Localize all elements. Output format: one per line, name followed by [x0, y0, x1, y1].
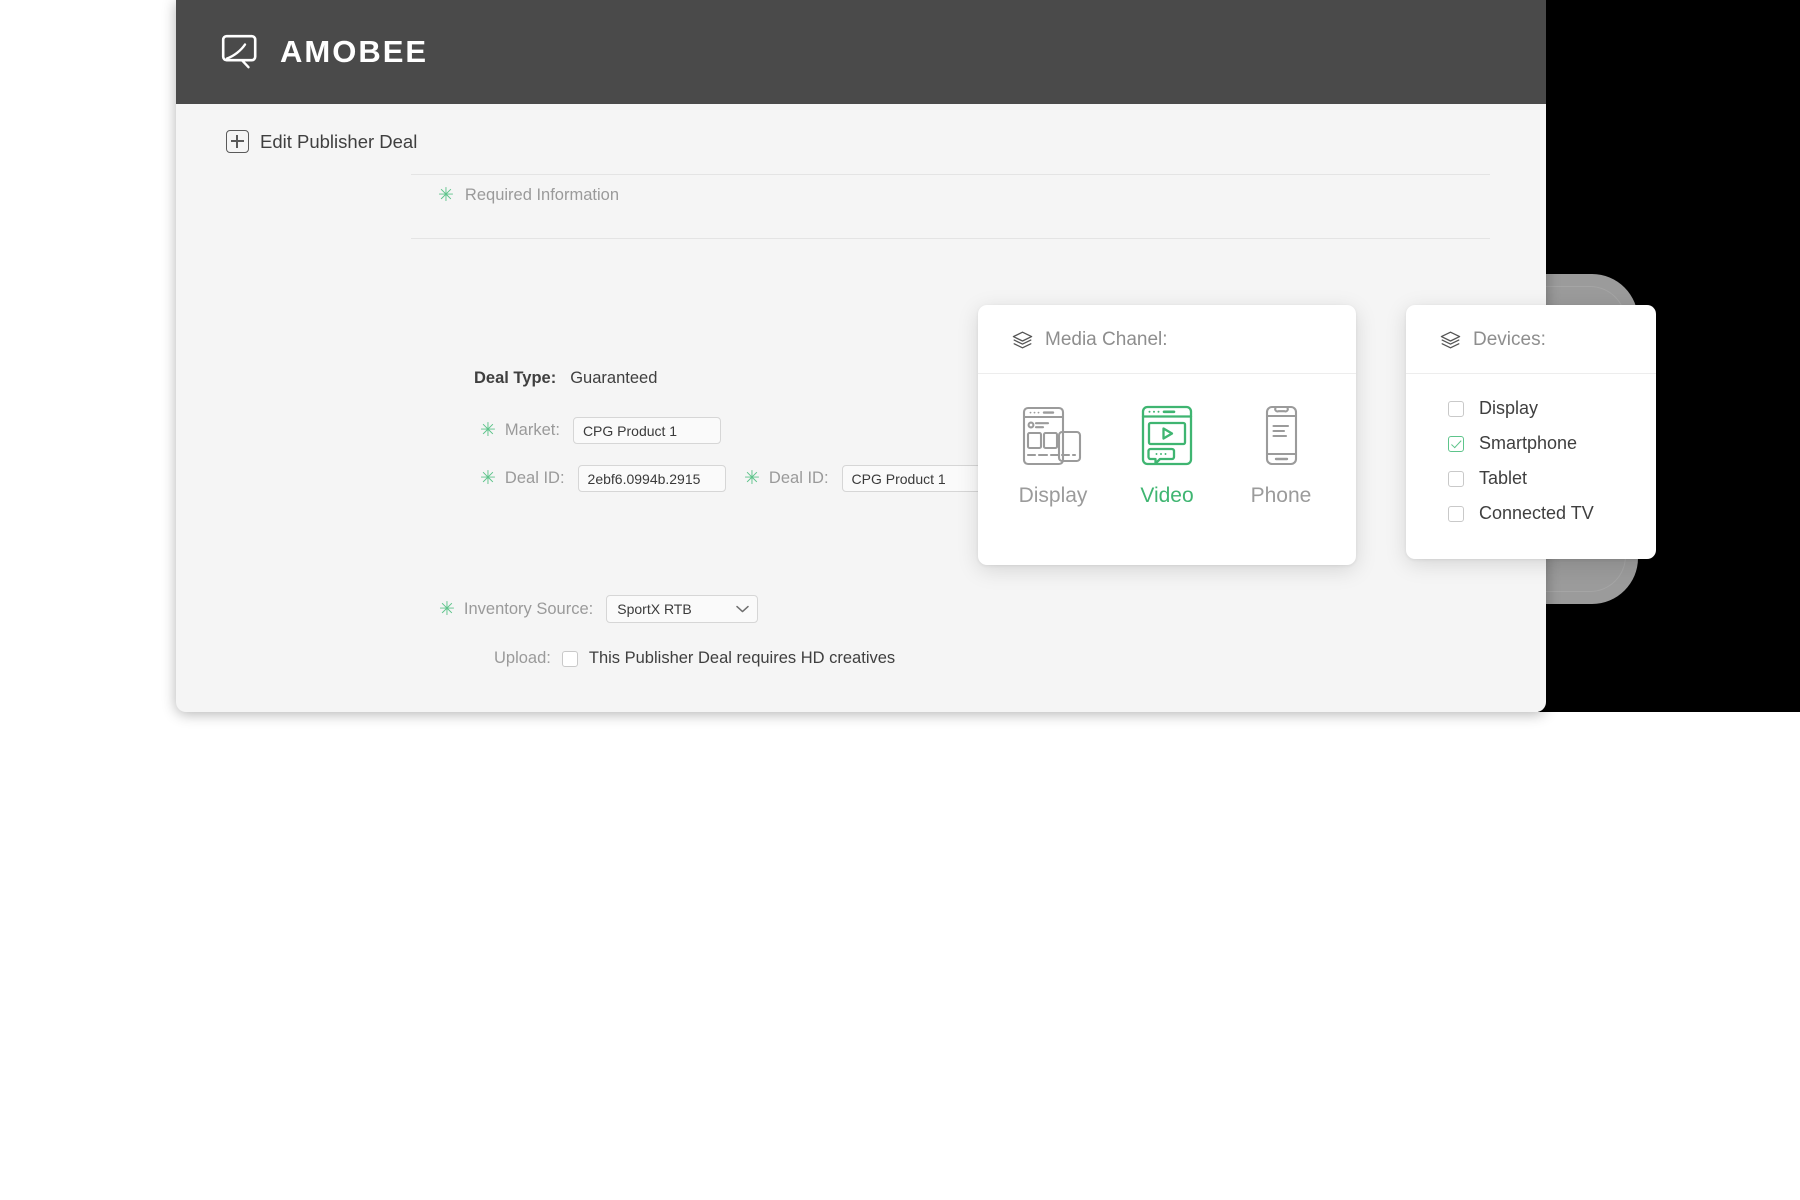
media-channel-title: Media Chanel: — [1045, 329, 1168, 350]
device-tablet-label: Tablet — [1479, 468, 1528, 488]
upload-row: Upload: This Publisher Deal requires HD … — [494, 649, 895, 668]
device-smartphone-label: Smartphone — [1479, 433, 1578, 453]
device-option-display[interactable]: Display — [1448, 398, 1656, 419]
devices-title: Devices: — [1473, 329, 1546, 350]
device-option-tablet[interactable]: Tablet — [1448, 468, 1656, 489]
inventory-source-row: ✳ Inventory Source: SportX RTB — [439, 595, 759, 623]
media-channel-panel: Media Chanel: Display Video Phone — [978, 305, 1356, 565]
media-option-video[interactable]: Video — [1115, 404, 1219, 508]
smartphone-icon — [1265, 405, 1298, 466]
devices-panel: Devices: Display Smartphone Tablet Conne… — [1406, 305, 1656, 559]
hd-creatives-label: This Publisher Deal requires HD creative… — [588, 649, 896, 667]
inventory-source-required-asterisk-icon: ✳ — [439, 598, 455, 620]
brand-logo[interactable]: AMOBEE — [221, 34, 428, 70]
deal-id-2-label: Deal ID: — [768, 469, 829, 487]
device-connected-tv-checkbox[interactable] — [1448, 505, 1464, 522]
devices-options: Display Smartphone Tablet Connected TV — [1406, 374, 1656, 524]
video-browser-icon — [1141, 405, 1193, 466]
deal-id-1-input[interactable]: 2ebf6.0994b.2915 — [577, 465, 726, 492]
device-display-label: Display — [1479, 398, 1539, 418]
deal-type-row: Deal Type: Guaranteed — [474, 369, 657, 388]
deal-type-label: Deal Type: — [474, 369, 557, 387]
deal-id-2-input[interactable]: CPG Product 1 — [841, 465, 990, 492]
layers-icon — [1012, 331, 1033, 348]
deal-id-2-input-value: CPG Product 1 — [851, 470, 946, 487]
inventory-source-select[interactable]: SportX RTB — [606, 595, 759, 623]
divider-under-required — [411, 238, 1490, 239]
market-input-value: CPG Product 1 — [582, 422, 678, 439]
deal-id-1-required-asterisk-icon: ✳ — [480, 468, 496, 489]
device-smartphone-checkbox[interactable] — [1448, 435, 1464, 452]
device-option-smartphone[interactable]: Smartphone — [1448, 433, 1656, 454]
monitor-icon — [221, 34, 257, 69]
brand-name: AMOBEE — [280, 34, 429, 69]
plus-square-icon[interactable] — [226, 130, 249, 153]
device-tablet-checkbox[interactable] — [1448, 470, 1464, 487]
deal-id-1-label: Deal ID: — [504, 469, 565, 487]
media-channel-options: Display Video Phone — [978, 374, 1356, 508]
market-label: Market: — [504, 421, 560, 439]
hd-creatives-checkbox[interactable] — [561, 650, 578, 667]
required-information-label: Required Information — [464, 186, 620, 204]
media-option-phone[interactable]: Phone — [1229, 404, 1333, 508]
chevron-down-icon — [736, 605, 749, 613]
media-option-display[interactable]: Display — [1001, 404, 1105, 508]
device-option-connected-tv[interactable]: Connected TV — [1448, 503, 1656, 524]
inventory-source-label: Inventory Source: — [463, 599, 594, 618]
media-channel-header: Media Chanel: — [978, 305, 1356, 374]
deal-type-value: Guaranteed — [570, 369, 658, 387]
app-header: AMOBEE — [176, 0, 1546, 104]
market-required-asterisk-icon: ✳ — [480, 420, 496, 441]
devices-header: Devices: — [1406, 305, 1656, 374]
layers-icon — [1440, 331, 1461, 348]
required-information-row: ✳ Required Information — [438, 175, 1546, 217]
deal-id-2-row: ✳ Deal ID: CPG Product 1 — [744, 465, 990, 492]
media-option-phone-label: Phone — [1250, 484, 1312, 507]
media-option-display-label: Display — [1018, 484, 1088, 507]
market-row: ✳ Market: CPG Product 1 — [480, 417, 721, 444]
deal-id-1-input-value: 2ebf6.0994b.2915 — [587, 470, 701, 487]
page-title-row[interactable]: Edit Publisher Deal — [176, 104, 1546, 153]
deal-id-2-required-asterisk-icon: ✳ — [744, 468, 760, 489]
upload-label: Upload: — [494, 649, 551, 667]
inventory-source-value: SportX RTB — [617, 601, 692, 617]
deal-id-1-row: ✳ Deal ID: 2ebf6.0994b.2915 — [480, 465, 726, 492]
market-input[interactable]: CPG Product 1 — [572, 417, 721, 444]
display-browser-icon — [1022, 406, 1082, 466]
page-title: Edit Publisher Deal — [260, 130, 418, 152]
device-display-checkbox[interactable] — [1448, 400, 1464, 417]
media-option-video-label: Video — [1140, 484, 1194, 507]
required-asterisk-icon: ✳ — [438, 185, 454, 206]
device-connected-tv-label: Connected TV — [1479, 503, 1594, 523]
